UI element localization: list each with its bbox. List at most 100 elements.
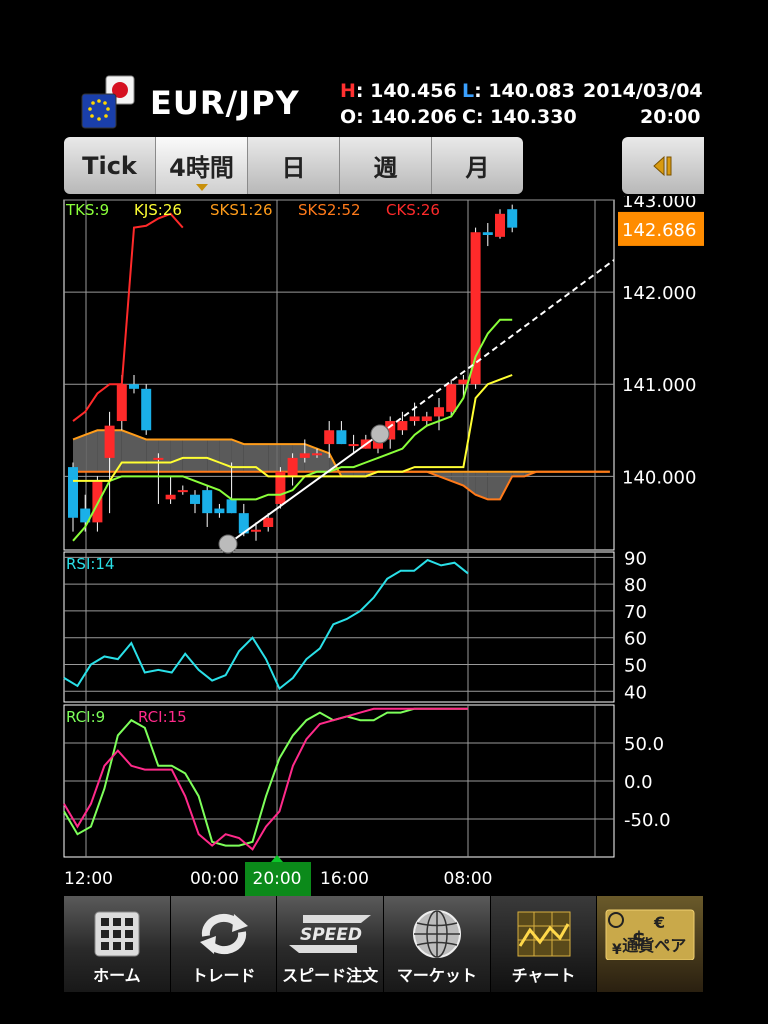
collapse-panel-icon	[653, 155, 672, 176]
candle-body	[299, 453, 310, 458]
candle-body	[141, 388, 152, 431]
tab-market-label: マーケット	[396, 966, 477, 985]
rsi-tick-label: 80	[624, 575, 647, 596]
yen-symbol: ¥	[612, 942, 622, 958]
high-value: : 140.456	[355, 80, 457, 102]
candle-body	[495, 213, 505, 237]
tab-trade-label: トレード	[191, 966, 256, 985]
chart-grid	[63, 199, 615, 858]
kumo-cloud-segment	[731, 476, 744, 481]
ichimoku-layer	[72, 429, 768, 501]
candle-body	[312, 453, 322, 456]
collapse-panel-button[interactable]	[622, 137, 704, 194]
rci-series-label: RCI:9	[66, 708, 105, 726]
rci-series-line	[63, 707, 468, 847]
quote-date: 2014/03/04	[583, 80, 703, 102]
candle-body	[482, 232, 493, 235]
time-axis-label: 12:00	[64, 869, 113, 889]
chart-icon	[517, 911, 571, 957]
chart-area[interactable]: 143.000 142.000 141.000 140.000 142.686 TKS:9…	[0, 196, 768, 896]
candle-body	[251, 529, 261, 532]
rsi-layer	[63, 558, 469, 691]
quote-time: 20:00	[640, 106, 701, 128]
rci-tick-label: 50.0	[624, 734, 664, 755]
time-axis-label: 08:00	[444, 869, 493, 889]
currency-flag-icon	[81, 75, 135, 129]
price-tick-label: 140.000	[622, 467, 696, 488]
indicator-legend-label: KJS:26	[134, 201, 182, 219]
chikou-span-line	[72, 212, 184, 422]
candle-body	[104, 425, 115, 458]
chart-pane-border	[63, 199, 615, 551]
kumo-cloud-segment	[195, 439, 208, 472]
rsi-title: RSI:14	[66, 555, 115, 573]
rsi-line	[63, 558, 469, 691]
high-quote: H: 140.456	[340, 80, 457, 102]
candle-body	[507, 209, 518, 228]
tab-speed-order[interactable]: SPEED スピード注文	[277, 896, 385, 992]
candle-body	[68, 467, 78, 518]
candle-body	[116, 384, 127, 422]
tab-home[interactable]: ホーム	[64, 896, 171, 992]
open-label: O	[340, 106, 357, 128]
tab-week-label: 週	[373, 154, 398, 182]
candle-body	[129, 384, 139, 389]
rci-tick-label: 0.0	[624, 772, 653, 793]
tab-speed-order-label: スピード注文	[282, 966, 379, 985]
close-label: C	[462, 106, 476, 128]
tab-4hour[interactable]: 4時間	[156, 137, 248, 194]
close-quote: C: 140.330	[462, 106, 577, 128]
indicator-legend-label: SKS2:52	[298, 201, 361, 219]
time-axis-label: 16:00	[320, 869, 369, 889]
tab-chart-label: チャート	[511, 966, 576, 985]
rsi-tick-label: 40	[624, 682, 647, 703]
kumo-cloud-segment	[158, 439, 171, 472]
price-tick-label: 142.000	[622, 283, 696, 304]
tab-tick-label: Tick	[82, 151, 137, 180]
tab-month[interactable]: 月	[432, 137, 523, 194]
indicator-legend-label: SKS1:26	[210, 201, 273, 219]
kumo-cloud-segment	[182, 439, 195, 472]
candle-body	[434, 407, 444, 417]
kumo-cloud-segment	[170, 439, 183, 472]
globe-icon	[412, 910, 461, 958]
candle-body	[397, 421, 408, 431]
tab-currency-pair[interactable]: € $ ¥ 通貨ペア	[597, 896, 705, 992]
time-axis-label: 00:00	[190, 869, 239, 889]
rsi-tick-label: 90	[624, 548, 647, 569]
rci-tick-label: -50.0	[624, 810, 671, 831]
candle-body	[165, 494, 176, 500]
kumo-cloud-segment	[121, 430, 134, 472]
timeframe-selector: Tick 4時間 日 週 月	[64, 137, 523, 194]
tab-day[interactable]: 日	[248, 137, 340, 194]
rsi-tick-label: 50	[624, 656, 647, 677]
rsi-tick-label: 60	[624, 629, 647, 650]
tab-market[interactable]: マーケット	[384, 896, 491, 992]
tab-week[interactable]: 週	[340, 137, 432, 194]
candle-body	[409, 416, 420, 422]
trendline-extension	[379, 259, 615, 435]
candle-body	[214, 508, 225, 514]
tab-chart[interactable]: チャート	[490, 896, 598, 992]
kumo-cloud-segment	[134, 434, 147, 472]
low-quote: L: 140.083	[462, 80, 575, 102]
crosshair-caret-icon	[271, 855, 283, 862]
tab-tick[interactable]: Tick	[64, 137, 156, 194]
current-price-label: 142.686	[622, 220, 696, 241]
candle-body	[177, 490, 188, 493]
candle-body	[92, 480, 103, 523]
tab-trade[interactable]: トレード	[170, 896, 278, 992]
tab-day-label: 日	[281, 154, 306, 182]
price-tick-label: 143.000	[622, 196, 696, 212]
chart-pane-border	[63, 551, 615, 703]
candle-body	[190, 494, 200, 504]
tab-month-label: 月	[465, 154, 490, 182]
currency-pair-title: EUR/JPY	[150, 84, 300, 122]
candle-body	[287, 457, 298, 477]
low-label: L	[462, 80, 475, 102]
rci-series-line	[63, 707, 468, 851]
trendline-anchor-handle	[370, 424, 390, 444]
overlay-layer	[72, 212, 615, 554]
tab-4hour-label: 4時間	[169, 154, 234, 182]
trendline-anchor-handle	[218, 534, 238, 554]
